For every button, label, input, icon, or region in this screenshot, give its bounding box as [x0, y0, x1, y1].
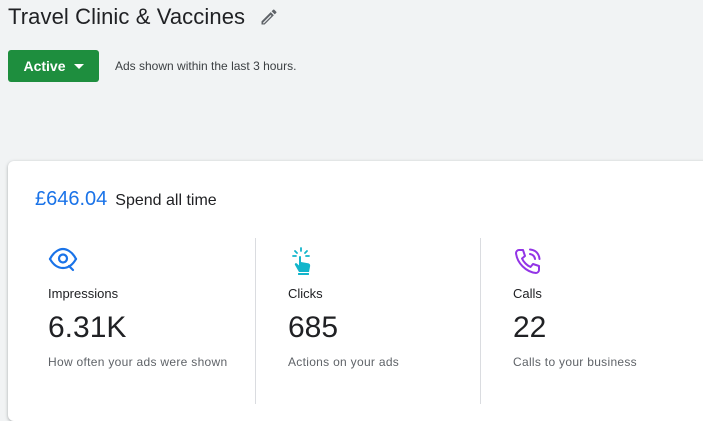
metric-description: How often your ads were shown [48, 355, 228, 369]
pencil-icon[interactable] [259, 7, 279, 27]
metric-label: Impressions [48, 286, 119, 301]
metric-description: Actions on your ads [288, 355, 400, 369]
metric-clicks: Clicks 685 Actions on your ads [288, 246, 488, 370]
status-row: Active Ads shown within the last 3 hours… [8, 50, 296, 82]
status-note: Ads shown within the last 3 hours. [115, 59, 297, 73]
divider [480, 238, 481, 404]
spend-summary: £646.04 Spend all time [35, 188, 217, 211]
spend-label: Spend all time [115, 192, 217, 209]
eye-icon [48, 247, 78, 272]
status-dropdown-button[interactable]: Active [8, 50, 99, 82]
metric-label: Clicks [288, 286, 323, 301]
header: Travel Clinic & Vaccines [8, 4, 279, 30]
tap-icon [292, 247, 311, 275]
metric-calls: Calls 22 Calls to your business [513, 246, 703, 370]
metric-label: Calls [513, 286, 542, 301]
metric-impressions: Impressions 6.31K How often your ads wer… [48, 246, 248, 370]
metric-value: 685 [288, 311, 339, 344]
metric-value: 6.31K [48, 311, 127, 344]
status-label: Active [23, 58, 66, 74]
metric-value: 22 [513, 311, 547, 344]
phone-call-icon [515, 248, 541, 274]
spend-amount: £646.04 [35, 188, 108, 210]
page-title: Travel Clinic & Vaccines [8, 4, 246, 29]
metric-description: Calls to your business [513, 355, 637, 369]
divider [255, 238, 256, 404]
performance-card: £646.04 Spend all time Impressions 6.31K… [8, 161, 703, 421]
caret-down-icon [73, 63, 84, 69]
